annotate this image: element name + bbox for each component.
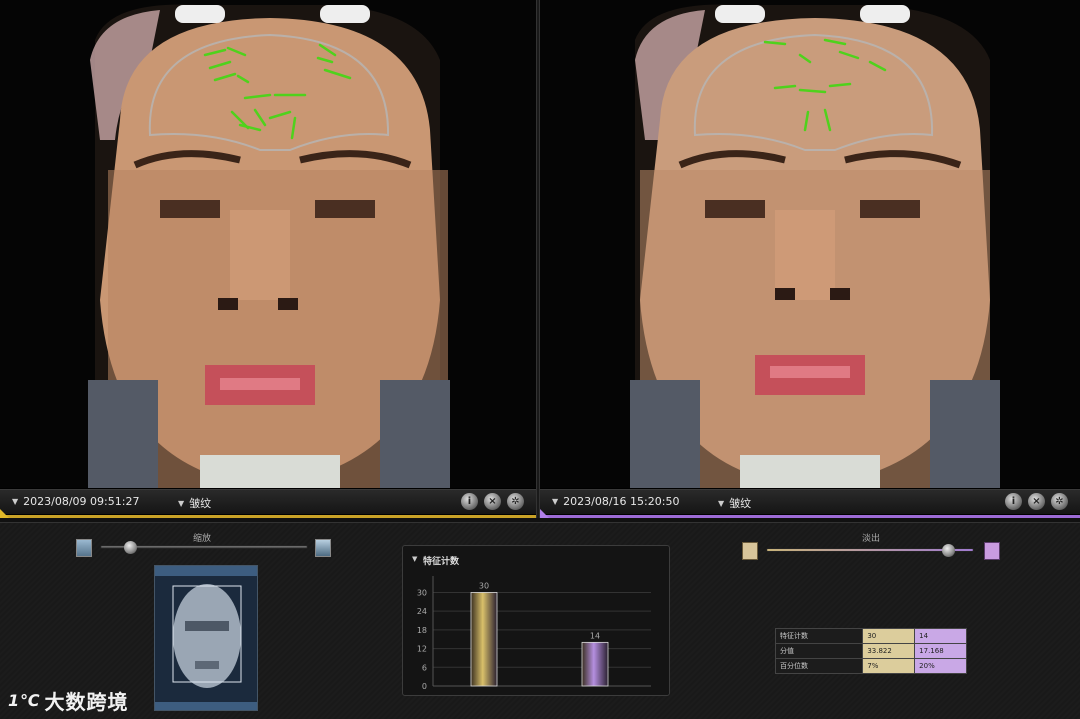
skin-analysis-compare-app: ▼ 2023/08/09 09:51:27 ▼ 皱纹 i × ✲ ▼ 2023/… [0,0,1080,719]
fade-right-swatch-icon[interactable] [984,542,1000,560]
right-corner-marker [540,509,549,518]
close-icon[interactable]: × [1028,493,1045,510]
stats-table: 特征计数 30 14 分值 33.822 17.168 百分位数 7% 20% [774,628,967,674]
logo-mark: 1℃ [8,691,41,710]
info-icon[interactable]: i [461,493,478,510]
right-date-dropdown[interactable]: ▼ 2023/08/16 15:20:50 [552,495,679,508]
feature-count-chart-panel: ▼ 特征计数 0 6 12 18 24 30 30 14 [402,545,670,696]
table-row: 分值 33.822 17.168 [774,643,967,659]
feature-count-bar-chart: 0 6 12 18 24 30 30 14 [417,576,651,691]
settings-icon[interactable]: ✲ [1051,493,1068,510]
zoom-slider[interactable] [100,541,308,554]
left-corner-marker [0,509,9,518]
fade-slider[interactable] [766,544,974,557]
bar [470,592,498,687]
row-label: 特征计数 [774,628,864,644]
fade-left-swatch-icon[interactable] [742,542,758,560]
left-mode-dropdown[interactable]: ▼ 皱纹 [178,495,211,511]
bar-data-label: 30 [479,581,489,590]
right-face-image [540,0,1080,488]
left-image-panel: ▼ 2023/08/09 09:51:27 ▼ 皱纹 i × ✲ [0,0,536,518]
settings-icon[interactable]: ✲ [507,493,524,510]
left-date-dropdown[interactable]: ▼ 2023/08/09 09:51:27 [12,495,139,508]
left-face-photo[interactable] [0,0,536,488]
right-accent-line [540,515,1080,518]
left-accent-line [0,515,536,518]
face-thumbnail-navigator[interactable] [154,565,258,711]
zoom-slider-thumb[interactable] [123,541,137,554]
brand-logo: 1℃ 大数跨境 [8,686,129,715]
right-timestamp: 2023/08/16 15:20:50 [563,495,680,508]
y-tick-label: 24 [417,607,427,616]
left-face-image [0,0,536,488]
logo-text: 大数跨境 [44,690,129,714]
right-panel-toolbar: ▼ 2023/08/16 15:20:50 ▼ 皱纹 i × ✲ [540,489,1080,518]
left-value: 7% [862,658,916,674]
right-value: 17.168 [914,643,967,659]
chevron-down-icon: ▼ [178,498,185,508]
analysis-controls-area: 缩放 ▼ 特征计数 0 6 12 18 24 30 30 14 淡出 特征计数 … [0,522,1080,719]
left-value: 33.822 [862,643,916,659]
left-mode-label: 皱纹 [189,497,212,510]
chevron-down-icon: ▼ [12,497,19,506]
right-face-photo[interactable] [540,0,1080,488]
y-tick-label: 0 [422,682,427,691]
close-icon[interactable]: × [484,493,501,510]
fade-label: 淡出 [862,534,881,544]
right-value: 14 [914,628,967,644]
bar-data-label: 14 [590,631,600,640]
right-mode-dropdown[interactable]: ▼ 皱纹 [718,495,751,511]
left-value: 30 [862,628,916,644]
zoom-out-face-icon[interactable] [76,539,92,557]
right-panel-actions: i × ✲ [1005,493,1068,510]
chevron-down-icon: ▼ [718,498,725,508]
zoom-label: 缩放 [193,534,212,544]
right-mode-label: 皱纹 [729,497,752,510]
y-tick-label: 30 [417,588,427,597]
right-image-panel: ▼ 2023/08/16 15:20:50 ▼ 皱纹 i × ✲ [540,0,1080,518]
y-tick-label: 6 [422,663,427,672]
info-icon[interactable]: i [1005,493,1022,510]
y-tick-label: 12 [417,645,427,654]
zoom-in-eye-icon[interactable] [315,539,331,557]
right-value: 20% [914,658,967,674]
chevron-down-icon: ▼ [552,497,559,506]
table-row: 百分位数 7% 20% [774,658,967,674]
thumbnail-face-image [155,566,257,710]
table-row: 特征计数 30 14 [774,628,967,644]
left-panel-actions: i × ✲ [461,493,524,510]
left-panel-toolbar: ▼ 2023/08/09 09:51:27 ▼ 皱纹 i × ✲ [0,489,536,518]
y-tick-label: 18 [417,626,427,635]
fade-slider-thumb[interactable] [942,544,956,557]
row-label: 分值 [774,643,864,659]
bar [581,641,609,687]
row-label: 百分位数 [774,658,864,674]
left-timestamp: 2023/08/09 09:51:27 [23,495,140,508]
